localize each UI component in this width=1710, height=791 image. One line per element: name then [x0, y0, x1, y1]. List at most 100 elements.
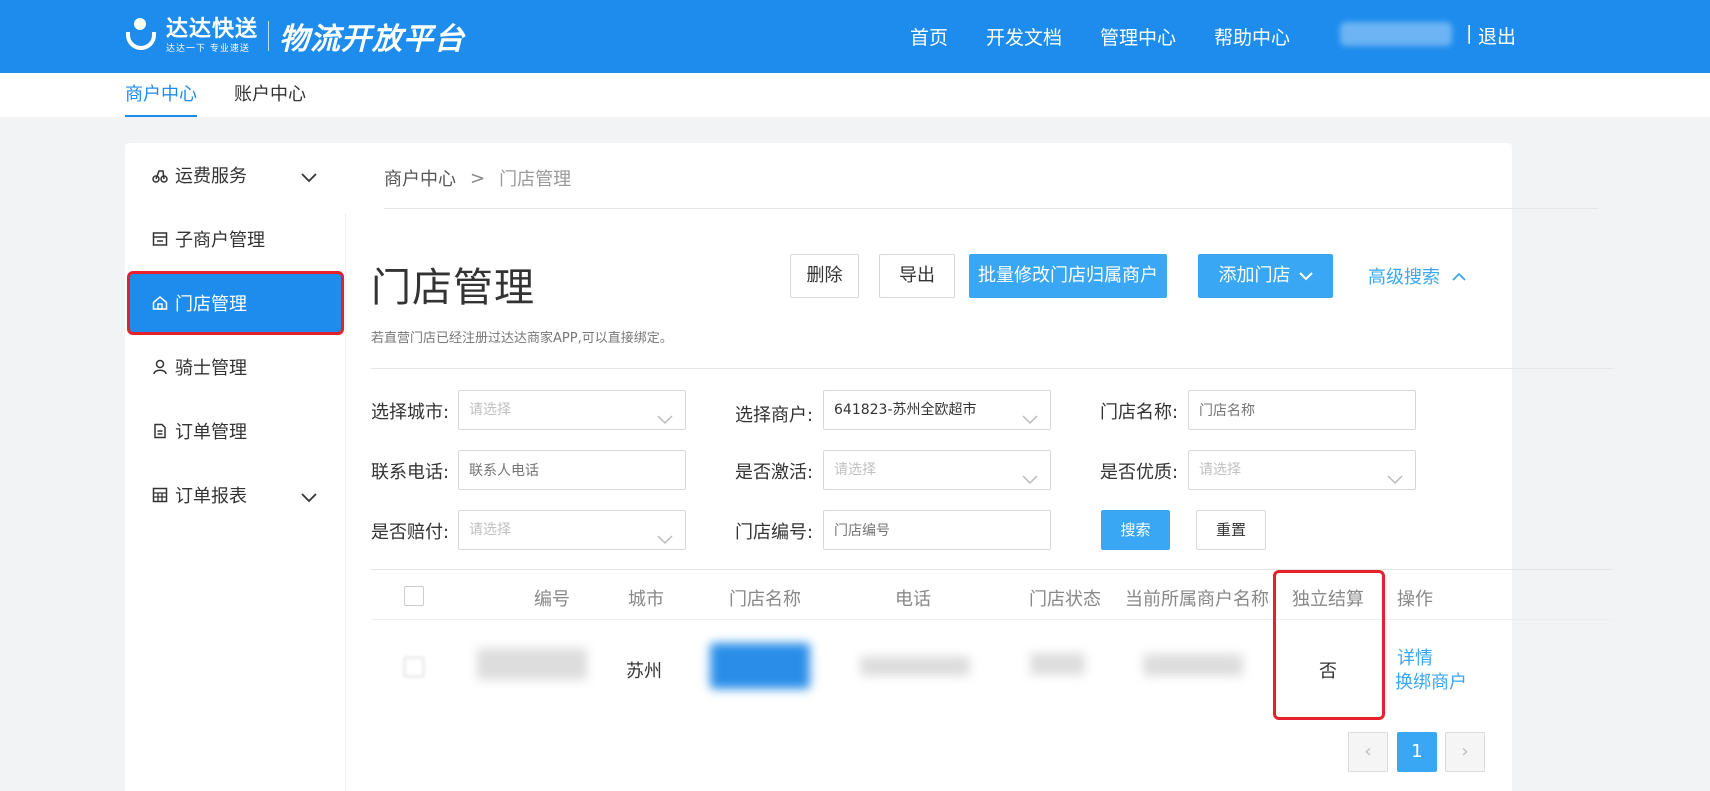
bind-tip-text: 若直营门店已经注册过达达商家APP,可以直接绑定。	[371, 331, 673, 346]
active-label: 是否激活:	[735, 462, 814, 483]
platform-title: 物流开放平台	[279, 22, 466, 57]
export-button[interactable]: 导出	[879, 254, 955, 298]
chevron-down-icon	[657, 402, 673, 440]
quality-label: 是否优质:	[1100, 462, 1179, 483]
active-select[interactable]: 请选择	[823, 450, 1051, 490]
chevron-down-icon	[1387, 462, 1403, 500]
pagination-prev[interactable]: ‹	[1348, 732, 1388, 772]
main-card: 运费服务 子商户管理 门店管理 骑士管理 订单管理 订单报表 商户中心 > 门店…	[125, 143, 1613, 791]
pagination-next[interactable]: ›	[1445, 732, 1485, 772]
sidebar-item-label: 订单管理	[175, 422, 247, 443]
logo-slogan: 达达一下 专业速送	[166, 43, 250, 54]
sidebar-item-sub-merchant[interactable]: 子商户管理	[125, 207, 345, 271]
search-button[interactable]: 搜索	[1101, 510, 1170, 550]
freight-icon	[151, 166, 169, 184]
store-no-label: 门店编号:	[735, 522, 814, 543]
sidebar-item-orders[interactable]: 订单管理	[125, 399, 345, 463]
tab-merchant-center[interactable]: 商户中心	[125, 73, 197, 117]
column-header-actions: 操作	[1397, 589, 1433, 610]
breadcrumb-current: 门店管理	[499, 169, 572, 190]
row-merchant-name-redacted	[1143, 654, 1243, 676]
divider	[371, 368, 1613, 369]
column-header-phone: 电话	[895, 589, 931, 610]
select-all-checkbox[interactable]	[404, 586, 424, 606]
row-city: 苏州	[626, 661, 662, 682]
document-icon	[151, 422, 169, 440]
table-top-border	[371, 569, 1613, 570]
advanced-search-toggle[interactable]: 高级搜索	[1368, 263, 1466, 289]
store-no-input[interactable]	[823, 510, 1051, 550]
merchant-select-value: 641823-苏州全欧超市	[834, 402, 977, 418]
merchant-select[interactable]: 641823-苏州全欧超市	[823, 390, 1051, 430]
rebind-merchant-link[interactable]: 换绑商户	[1395, 668, 1467, 694]
active-select-placeholder: 请选择	[834, 462, 876, 478]
phone-input[interactable]	[458, 450, 686, 490]
chevron-down-icon	[301, 167, 317, 188]
nav-management[interactable]: 管理中心	[1100, 23, 1176, 50]
column-header-city: 城市	[628, 589, 664, 610]
sub-tab-bar: 商户中心 账户中心	[0, 73, 1710, 117]
nav-help[interactable]: 帮助中心	[1214, 23, 1290, 50]
compensate-select[interactable]: 请选择	[458, 510, 686, 550]
column-header-store-status: 门店状态	[1029, 589, 1101, 610]
quality-select[interactable]: 请选择	[1188, 450, 1416, 490]
rider-icon	[151, 358, 169, 376]
batch-edit-merchant-button[interactable]: 批量修改门店归属商户	[969, 254, 1167, 298]
top-header: 达达快送 达达一下 专业速送 物流开放平台 首页 开发文档 管理中心 帮助中心 …	[0, 0, 1710, 73]
breadcrumb-root[interactable]: 商户中心	[384, 165, 456, 191]
row-checkbox[interactable]	[404, 657, 424, 677]
sidebar-item-label: 运费服务	[175, 166, 247, 187]
sidebar-item-label: 骑士管理	[175, 358, 247, 379]
chevron-down-icon	[1298, 271, 1313, 281]
logout-link[interactable]: 退出	[1478, 22, 1516, 49]
page-title: 门店管理	[371, 265, 535, 311]
city-select-placeholder: 请选择	[469, 402, 511, 418]
phone-label: 联系电话:	[371, 462, 450, 483]
sidebar-item-store-management[interactable]: 门店管理	[127, 271, 344, 335]
store-name-input[interactable]	[1188, 390, 1416, 430]
divider	[384, 208, 1598, 209]
column-header-id: 编号	[534, 589, 570, 610]
store-icon	[151, 230, 169, 248]
home-icon	[151, 294, 169, 312]
logo-main-text: 达达快送	[166, 16, 259, 42]
top-nav: 首页 开发文档 管理中心 帮助中心	[910, 0, 1328, 73]
tab-account-center[interactable]: 账户中心	[234, 73, 306, 117]
delete-button[interactable]: 删除	[790, 254, 859, 298]
dada-logo-icon	[124, 18, 160, 54]
pagination-page-1[interactable]: 1	[1397, 732, 1437, 772]
row-store-name-redacted[interactable]	[710, 643, 810, 689]
column-header-merchant-name: 当前所属商户名称	[1125, 589, 1269, 610]
chevron-up-icon	[1452, 272, 1466, 281]
sidebar-item-label: 订单报表	[175, 486, 247, 507]
advanced-search-label: 高级搜索	[1368, 267, 1440, 288]
sidebar-item-freight[interactable]: 运费服务	[125, 143, 345, 207]
add-store-button[interactable]: 添加门店	[1198, 254, 1333, 298]
city-label: 选择城市:	[371, 402, 450, 423]
row-phone-redacted	[860, 656, 970, 676]
logo[interactable]: 达达快送 达达一下 专业速送 物流开放平台	[124, 14, 465, 58]
quality-select-placeholder: 请选择	[1199, 462, 1241, 478]
chevron-down-icon	[1022, 462, 1038, 500]
add-store-label: 添加门店	[1218, 265, 1291, 286]
breadcrumb-separator: >	[470, 167, 486, 189]
store-name-label: 门店名称:	[1100, 402, 1179, 423]
breadcrumb: 商户中心 > 门店管理	[384, 165, 571, 191]
compensate-label: 是否赔付:	[371, 522, 450, 543]
sidebar-item-rider[interactable]: 骑士管理	[125, 335, 345, 399]
details-link[interactable]: 详情	[1397, 644, 1433, 670]
row-status-redacted	[1030, 653, 1085, 675]
city-select[interactable]: 请选择	[458, 390, 686, 430]
sidebar-item-label: 子商户管理	[175, 230, 265, 251]
row-id-redacted	[477, 648, 587, 680]
logo-divider	[268, 21, 270, 51]
reset-button[interactable]: 重置	[1196, 510, 1266, 550]
independent-settlement-highlight	[1273, 570, 1385, 720]
nav-home[interactable]: 首页	[910, 23, 948, 50]
compensate-select-placeholder: 请选择	[469, 522, 511, 538]
nav-docs[interactable]: 开发文档	[986, 23, 1062, 50]
sidebar-item-order-report[interactable]: 订单报表	[125, 463, 345, 527]
user-account-name[interactable]	[1340, 22, 1452, 46]
chevron-down-icon	[657, 522, 673, 560]
chevron-down-icon	[301, 487, 317, 508]
